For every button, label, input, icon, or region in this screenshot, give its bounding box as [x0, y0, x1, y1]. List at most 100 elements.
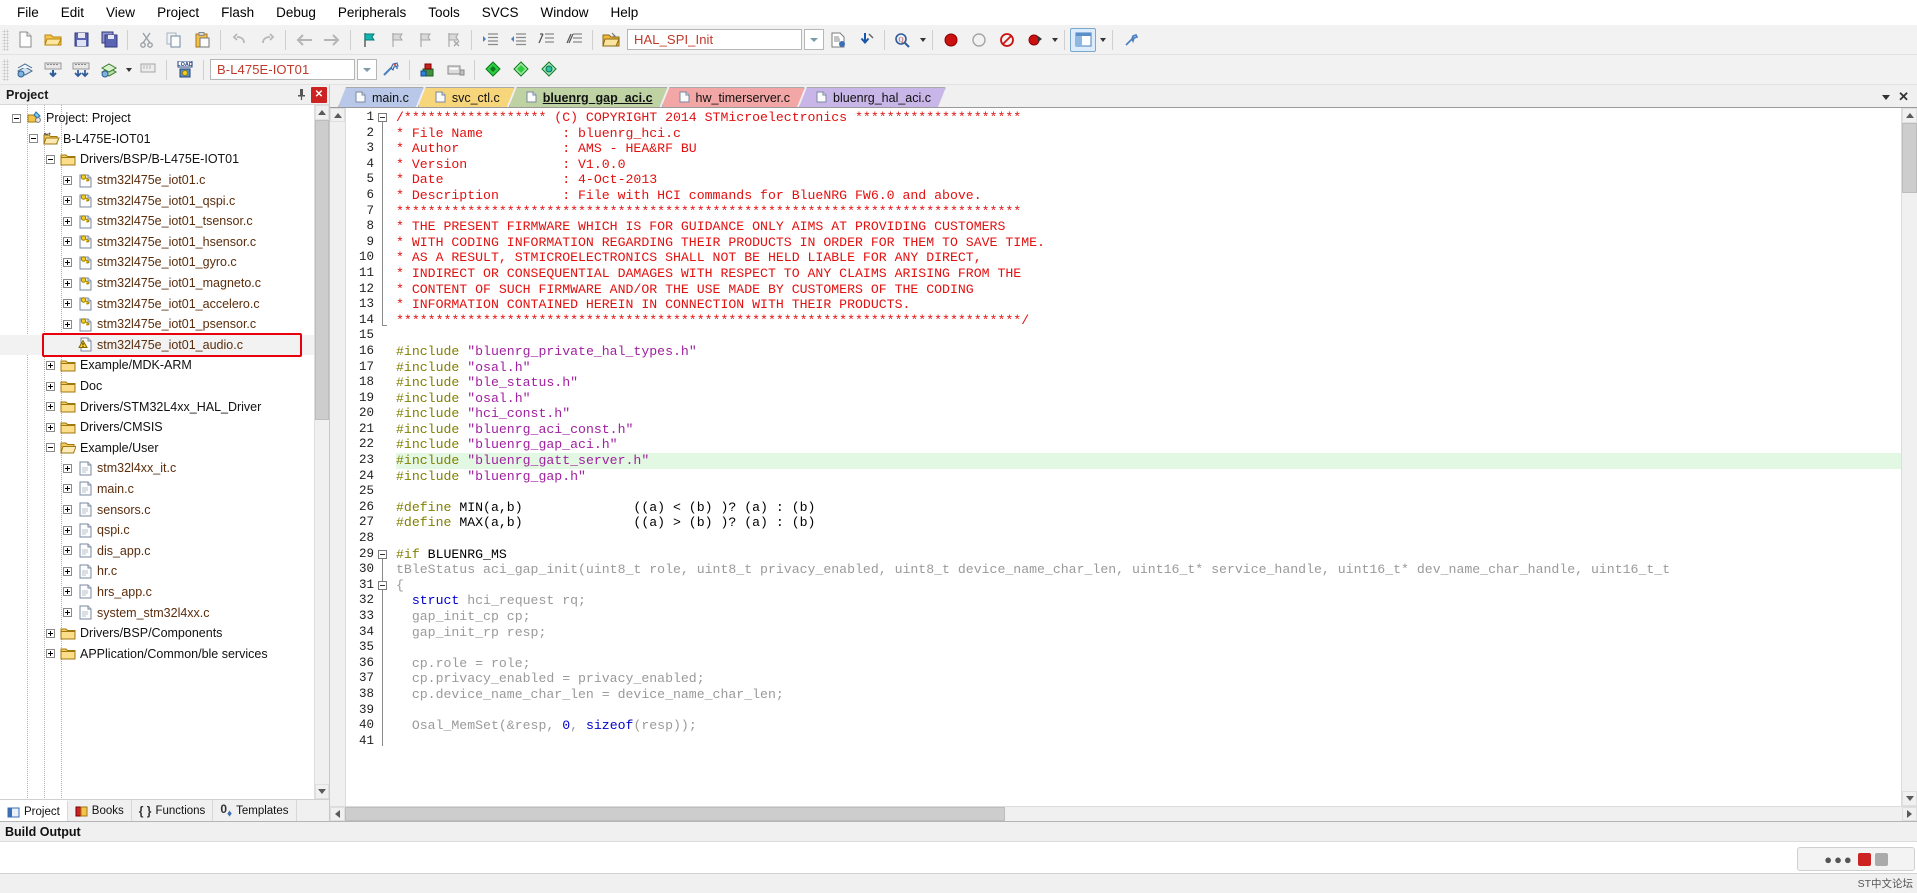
- debug-stop-icon[interactable]: [938, 28, 964, 52]
- scroll-up-icon[interactable]: [315, 105, 329, 120]
- indent-left-icon[interactable]: [505, 28, 531, 52]
- code-line[interactable]: [396, 328, 1901, 344]
- code-line[interactable]: gap_init_rp resp;: [396, 625, 1901, 641]
- translate-icon[interactable]: [12, 58, 38, 82]
- code-line[interactable]: * Version : V1.0.0: [396, 157, 1901, 173]
- ime-toolbar[interactable]: ●●●: [1797, 847, 1915, 871]
- tree-item[interactable]: Drivers/BSP/B-L475E-IOT01: [0, 149, 314, 170]
- tree-item[interactable]: hrs_app.c: [0, 582, 314, 603]
- target-combo[interactable]: B-L475E-IOT01: [210, 59, 355, 80]
- scrollbar-thumb[interactable]: [345, 807, 1005, 821]
- scrollbar-track[interactable]: [315, 420, 329, 784]
- scroll-up-icon[interactable]: [330, 108, 345, 122]
- expand-toggle-icon[interactable]: [59, 500, 76, 520]
- build-icon[interactable]: [40, 58, 66, 82]
- code-line[interactable]: struct hci_request rq;: [396, 593, 1901, 609]
- expand-toggle-icon[interactable]: [42, 644, 59, 664]
- tree-item[interactable]: stm32l475e_iot01_psensor.c: [0, 314, 314, 335]
- expand-toggle-icon[interactable]: [42, 376, 59, 396]
- code-line[interactable]: #define MAX(a,b) ((a) > (b) )? (a) : (b): [396, 515, 1901, 531]
- code-line[interactable]: * Author : AMS - HEA&RF BU: [396, 141, 1901, 157]
- menu-item-tools[interactable]: Tools: [417, 2, 471, 23]
- expand-toggle-icon[interactable]: [59, 252, 76, 272]
- collapse-toggle-icon[interactable]: [25, 129, 42, 149]
- toolbar-grip[interactable]: [2, 28, 9, 51]
- bookmark-prev-icon[interactable]: [384, 28, 410, 52]
- code-line[interactable]: [396, 734, 1901, 750]
- tree-item[interactable]: dis_app.c: [0, 540, 314, 561]
- scrollbar-thumb[interactable]: [315, 120, 329, 420]
- toolbar-grip[interactable]: [2, 58, 9, 81]
- package-installer-icon[interactable]: [443, 58, 469, 82]
- code-line[interactable]: #include "osal.h": [396, 360, 1901, 376]
- disable-breakpoints-icon[interactable]: [994, 28, 1020, 52]
- paste-icon[interactable]: [189, 28, 215, 52]
- bookmark-toggle-icon[interactable]: [356, 28, 382, 52]
- tree-item[interactable]: main.c: [0, 479, 314, 500]
- tree-item[interactable]: Drivers/BSP/Components: [0, 623, 314, 644]
- tree-item[interactable]: stm32l475e_iot01_magneto.c: [0, 273, 314, 294]
- code-line[interactable]: * File Name : bluenrg_hci.c: [396, 126, 1901, 142]
- code-line[interactable]: /****************** (C) COPYRIGHT 2014 S…: [396, 110, 1901, 126]
- project-tree[interactable]: Project: Project B-L475E-IOT01 Drivers/BSP…: [0, 105, 314, 799]
- tree-item[interactable]: stm32l475e_iot01_tsensor.c: [0, 211, 314, 232]
- project-pane-tab-templates[interactable]: 0♦ Templates: [213, 800, 297, 821]
- expand-toggle-icon[interactable]: [59, 561, 76, 581]
- code-line[interactable]: cp.device_name_char_len = device_name_ch…: [396, 687, 1901, 703]
- tree-item[interactable]: sensors.c: [0, 499, 314, 520]
- tree-item[interactable]: Drivers/STM32L4xx_HAL_Driver: [0, 396, 314, 417]
- copy-icon[interactable]: [161, 28, 187, 52]
- expand-toggle-icon[interactable]: [59, 273, 76, 293]
- function-combo[interactable]: HAL_SPI_Init: [627, 29, 802, 50]
- open-file-icon[interactable]: [40, 28, 66, 52]
- navigate-forward-icon[interactable]: [319, 28, 345, 52]
- tree-item[interactable]: APPlication/Common/ble services: [0, 643, 314, 664]
- collapse-toggle-icon[interactable]: [8, 108, 25, 128]
- editor-vertical-scrollbar[interactable]: [1901, 108, 1917, 806]
- code-line[interactable]: #include "bluenrg_gatt_server.h": [396, 453, 1901, 469]
- expand-toggle-icon[interactable]: [59, 479, 76, 499]
- tree-item[interactable]: stm32l475e_iot01_accelero.c: [0, 293, 314, 314]
- build-output-content[interactable]: [0, 842, 1917, 873]
- configure-icon[interactable]: [1118, 28, 1144, 52]
- scrollbar-thumb[interactable]: [1902, 123, 1917, 193]
- redo-icon[interactable]: [254, 28, 280, 52]
- code-line[interactable]: gap_init_cp cp;: [396, 609, 1901, 625]
- code-line[interactable]: [396, 703, 1901, 719]
- scrollbar-track[interactable]: [1005, 807, 1902, 821]
- tree-item[interactable]: stm32l475e_iot01_gyro.c: [0, 252, 314, 273]
- code-line[interactable]: * WITH CODING INFORMATION REGARDING THEI…: [396, 235, 1901, 251]
- code-line[interactable]: [396, 640, 1901, 656]
- navigate-back-icon[interactable]: [291, 28, 317, 52]
- collapse-toggle-icon[interactable]: [42, 149, 59, 169]
- code-line[interactable]: tBleStatus aci_gap_init(uint8_t role, ui…: [396, 562, 1901, 578]
- menu-item-project[interactable]: Project: [146, 2, 210, 23]
- expand-toggle-icon[interactable]: [59, 541, 76, 561]
- target-options-icon[interactable]: [378, 58, 404, 82]
- find-in-files-icon[interactable]: Q: [890, 28, 916, 52]
- editor-tab-bluenrg_hal_aci-c[interactable]: bluenrg_hal_aci.c: [799, 87, 946, 107]
- breakpoints-dropdown-arrow[interactable]: [1049, 28, 1060, 52]
- save-all-icon[interactable]: [96, 28, 122, 52]
- rebuild-all-icon[interactable]: [68, 58, 94, 82]
- incremental-find-icon[interactable]: [853, 28, 879, 52]
- menu-item-peripherals[interactable]: Peripherals: [327, 2, 417, 23]
- scroll-down-icon[interactable]: [315, 784, 329, 799]
- expand-toggle-icon[interactable]: [59, 314, 76, 334]
- tree-item[interactable]: stm32l475e_iot01_qspi.c: [0, 190, 314, 211]
- expand-toggle-icon[interactable]: [42, 623, 59, 643]
- code-line[interactable]: {: [396, 578, 1901, 594]
- close-icon[interactable]: ✕: [1898, 89, 1909, 105]
- expand-toggle-icon[interactable]: [59, 582, 76, 602]
- expand-toggle-icon[interactable]: [59, 458, 76, 478]
- code-line[interactable]: #include "bluenrg_gap_aci.h": [396, 437, 1901, 453]
- editor-tab-hw_timerserver-c[interactable]: hw_timerserver.c: [662, 87, 805, 107]
- code-line[interactable]: cp.role = role;: [396, 656, 1901, 672]
- tree-item[interactable]: stm32l4xx_it.c: [0, 458, 314, 479]
- tree-item[interactable]: Example/MDK-ARM: [0, 355, 314, 376]
- scroll-right-icon[interactable]: [1902, 807, 1917, 821]
- cut-icon[interactable]: [133, 28, 159, 52]
- code-line[interactable]: * THE PRESENT FIRMWARE WHICH IS FOR GUID…: [396, 219, 1901, 235]
- code-line[interactable]: * INDIRECT OR CONSEQUENTIAL DAMAGES WITH…: [396, 266, 1901, 282]
- expand-toggle-icon[interactable]: [42, 417, 59, 437]
